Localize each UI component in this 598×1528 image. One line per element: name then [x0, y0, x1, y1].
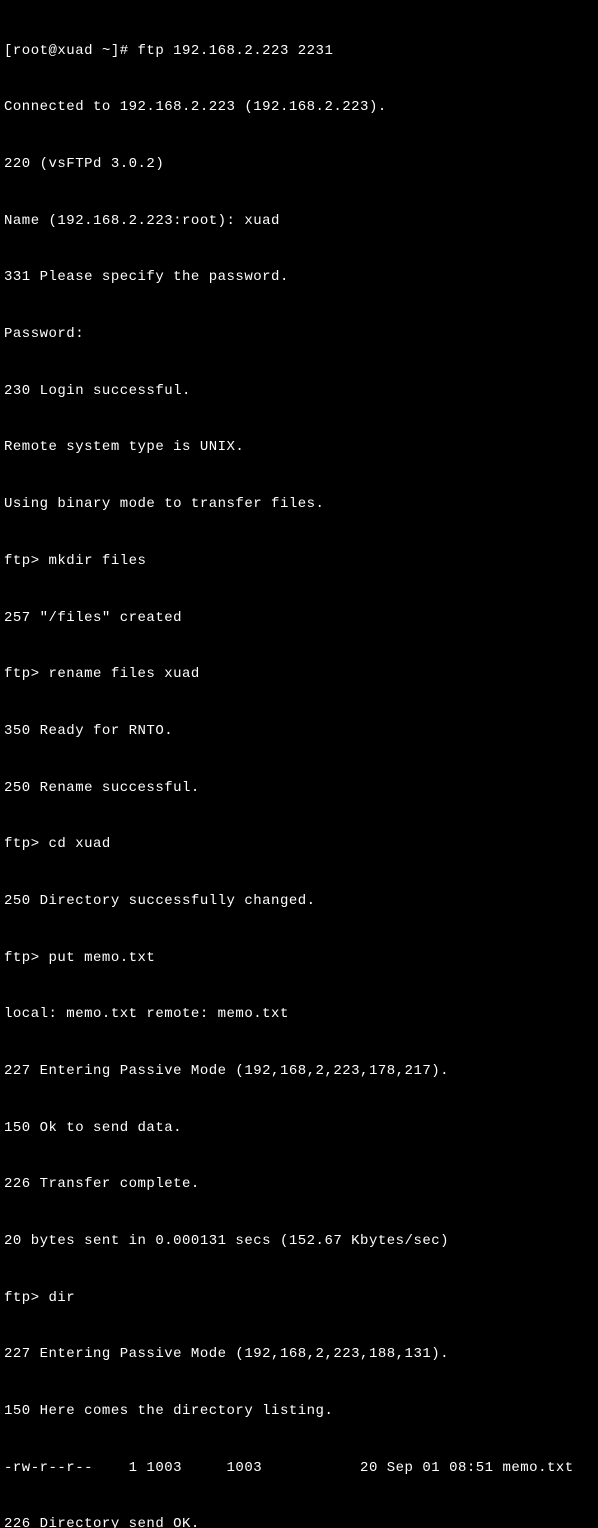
- terminal-line: 227 Entering Passive Mode (192,168,2,223…: [4, 1345, 594, 1364]
- terminal-line: 331 Please specify the password.: [4, 268, 594, 287]
- terminal-line: 227 Entering Passive Mode (192,168,2,223…: [4, 1062, 594, 1081]
- terminal-line: 230 Login successful.: [4, 382, 594, 401]
- terminal-line: Password:: [4, 325, 594, 344]
- terminal-line: Name (192.168.2.223:root): xuad: [4, 212, 594, 231]
- terminal-line: ftp> dir: [4, 1289, 594, 1308]
- terminal-line: ftp> rename files xuad: [4, 665, 594, 684]
- terminal-line: Remote system type is UNIX.: [4, 438, 594, 457]
- terminal-line: Using binary mode to transfer files.: [4, 495, 594, 514]
- terminal-line: [root@xuad ~]# ftp 192.168.2.223 2231: [4, 42, 594, 61]
- terminal-line: 250 Rename successful.: [4, 779, 594, 798]
- terminal-line: 150 Ok to send data.: [4, 1119, 594, 1138]
- terminal-line: -rw-r--r-- 1 1003 1003 20 Sep 01 08:51 m…: [4, 1459, 594, 1478]
- terminal-line: 20 bytes sent in 0.000131 secs (152.67 K…: [4, 1232, 594, 1251]
- terminal-line: 250 Directory successfully changed.: [4, 892, 594, 911]
- terminal-line: 226 Transfer complete.: [4, 1175, 594, 1194]
- terminal-line: 257 "/files" created: [4, 609, 594, 628]
- terminal-window[interactable]: [root@xuad ~]# ftp 192.168.2.223 2231 Co…: [4, 4, 594, 1528]
- terminal-line: 226 Directory send OK.: [4, 1515, 594, 1528]
- terminal-line: ftp> cd xuad: [4, 835, 594, 854]
- terminal-line: 350 Ready for RNTO.: [4, 722, 594, 741]
- terminal-line: 150 Here comes the directory listing.: [4, 1402, 594, 1421]
- terminal-line: ftp> mkdir files: [4, 552, 594, 571]
- terminal-line: local: memo.txt remote: memo.txt: [4, 1005, 594, 1024]
- terminal-line: 220 (vsFTPd 3.0.2): [4, 155, 594, 174]
- terminal-line: Connected to 192.168.2.223 (192.168.2.22…: [4, 98, 594, 117]
- terminal-line: ftp> put memo.txt: [4, 949, 594, 968]
